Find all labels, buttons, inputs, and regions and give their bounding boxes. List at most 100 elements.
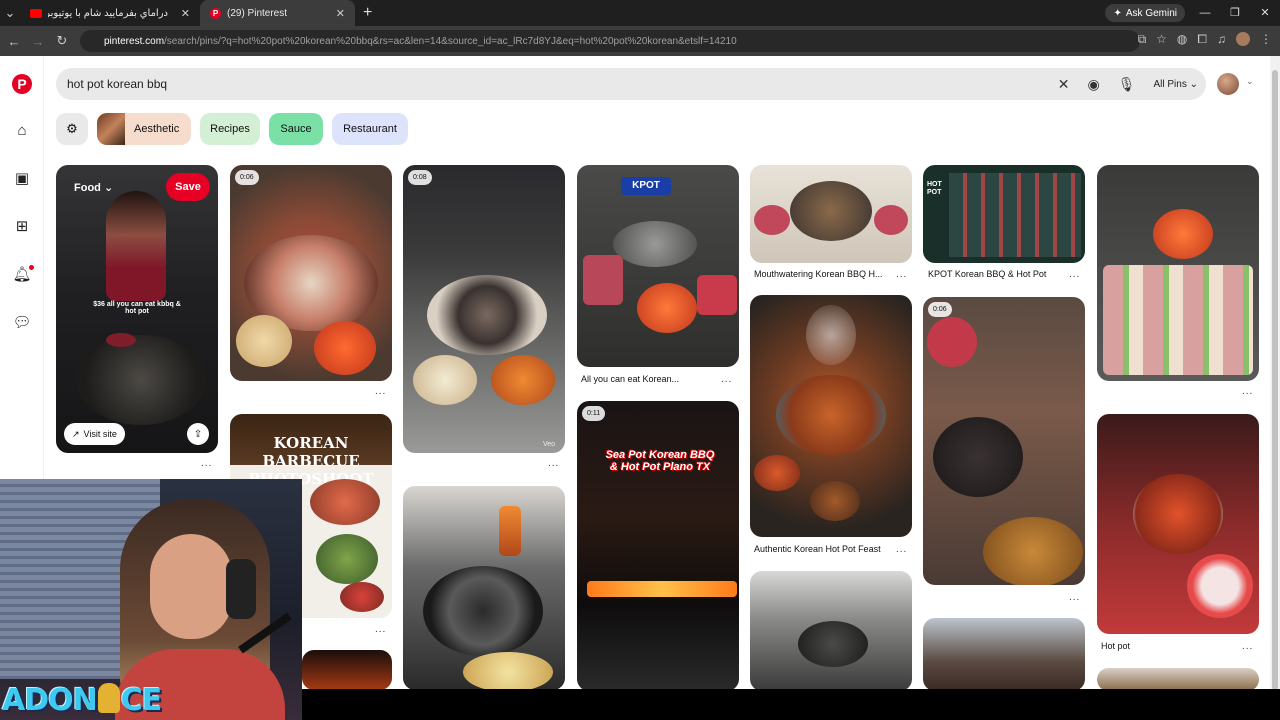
more-options-icon[interactable]: ... <box>1242 386 1253 397</box>
pin-hovered[interactable]: Food ⌄ Save $36 all you can eat kbbq & h… <box>56 165 218 453</box>
scrollbar-thumb[interactable] <box>1272 70 1278 690</box>
more-options-icon[interactable]: ... <box>1069 592 1080 603</box>
pin-title[interactable]: Authentic Korean Hot Pot Feast <box>754 544 881 554</box>
pin-hotpot-closeup[interactable] <box>1097 414 1259 634</box>
pin-video[interactable]: 0:06 <box>230 165 392 381</box>
pin-dish <box>754 455 800 491</box>
forward-icon[interactable]: → <box>26 34 50 49</box>
pin-overlay-text: Sea Pot Korean BBQ & Hot Pot Plano TX <box>605 449 715 473</box>
chip-recipes[interactable]: Recipes <box>200 113 260 145</box>
more-options-icon[interactable]: ... <box>375 386 386 397</box>
extension-icon[interactable]: ◍ <box>1177 32 1187 47</box>
save-button[interactable]: Save <box>166 173 210 201</box>
pin-cooking-table[interactable] <box>750 571 912 691</box>
pin-grill <box>790 181 872 241</box>
pin-partial[interactable] <box>302 650 392 690</box>
board-dropdown[interactable]: Food ⌄ <box>74 181 113 194</box>
video-duration-badge: 0:08 <box>408 170 432 185</box>
pin-grill-photo[interactable] <box>403 486 565 690</box>
more-options-icon[interactable]: ... <box>1242 641 1253 652</box>
pin-partial[interactable] <box>1097 668 1259 691</box>
streamer-face <box>150 534 232 639</box>
pin-restaurant-diners[interactable] <box>923 618 1085 691</box>
pin-meat <box>754 205 790 235</box>
close-window-icon[interactable]: ✕ <box>1250 0 1280 26</box>
reload-icon[interactable]: ↻ <box>50 33 74 49</box>
ask-gemini-button[interactable]: ✦ Ask Gemini <box>1105 4 1185 22</box>
more-options-icon[interactable]: ... <box>896 544 907 555</box>
pin-title[interactable]: Mouthwatering Korean BBQ H... <box>754 269 883 279</box>
more-options-icon[interactable]: ... <box>896 269 907 280</box>
pin-hotpot <box>1133 474 1223 554</box>
address-toolbar: ← → ↻ pinterest.com/search/pins/?q=hot%2… <box>0 26 1280 56</box>
pin-video[interactable]: 0:08 Veo <box>403 165 565 453</box>
browser-profile-avatar[interactable] <box>1236 32 1250 46</box>
filter-settings-button[interactable]: ⚙︎ <box>56 113 88 145</box>
more-options-icon[interactable]: ... <box>201 458 212 469</box>
kpot-menu-title: HOT POT <box>927 181 942 196</box>
pin-video[interactable]: 0:06 <box>923 297 1085 585</box>
bookmark-star-icon[interactable]: ☆ <box>1156 32 1167 47</box>
profile-avatar[interactable] <box>1217 73 1239 95</box>
pin-mouthwatering[interactable] <box>750 165 912 263</box>
visit-site-button[interactable]: ↗ Visit site <box>64 423 125 445</box>
pin-authentic-hotpot[interactable] <box>750 295 912 537</box>
scope-dropdown[interactable]: All Pins ⌄ <box>1153 79 1198 90</box>
stream-logo: ADON CE <box>2 683 162 718</box>
close-tab-icon[interactable]: ✕ <box>336 7 345 20</box>
share-icon[interactable]: ⇪ <box>187 423 209 445</box>
back-icon[interactable]: ← <box>2 34 26 49</box>
pin-grill <box>613 221 697 267</box>
pin-seapot-video[interactable]: Sea Pot Korean BBQ & Hot Pot Plano TX 0:… <box>577 401 739 691</box>
messages-icon[interactable]: 💬︎ <box>12 313 32 333</box>
media-icon[interactable]: ♫ <box>1217 32 1226 47</box>
scope-label: All Pins <box>1153 78 1187 90</box>
pinterest-icon: P <box>210 7 221 19</box>
pin-kpot-table[interactable]: KPOT <box>577 165 739 367</box>
chevron-down-icon[interactable]: ⌄ <box>1246 76 1254 87</box>
explore-icon[interactable]: ▣ <box>12 169 32 189</box>
pinterest-logo-icon[interactable]: P <box>12 74 32 94</box>
pin-hotpot <box>637 283 697 333</box>
create-icon[interactable]: ⊞ <box>12 217 32 237</box>
new-tab-button[interactable]: + <box>363 4 372 22</box>
address-bar[interactable]: pinterest.com/search/pins/?q=hot%20pot%2… <box>80 30 1140 52</box>
tab-title: دراماي بفرمایید شام با یوتیوبرها و <box>48 7 168 19</box>
more-options-icon[interactable]: ... <box>721 374 732 385</box>
pin-title[interactable]: Hot pot <box>1101 641 1130 651</box>
camera-search-icon[interactable]: ◉ <box>1087 76 1099 93</box>
home-icon[interactable]: ⌂ <box>12 121 32 141</box>
pin-platters <box>1103 265 1253 375</box>
pin-steam <box>806 305 856 365</box>
more-options-icon[interactable]: ... <box>548 458 559 469</box>
search-input[interactable]: hot pot korean bbq <box>67 77 167 91</box>
logo-part: AD <box>2 683 49 718</box>
more-options-icon[interactable]: ... <box>1069 269 1080 280</box>
puzzle-icon[interactable]: ⧠ <box>1197 32 1207 47</box>
install-icon[interactable]: ⧉ <box>1138 32 1147 47</box>
pin-meat-plate <box>583 255 623 305</box>
pin-title[interactable]: KPOT Korean BBQ & Hot Pot <box>928 269 1046 279</box>
chip-restaurant[interactable]: Restaurant <box>332 113 408 145</box>
pin-title[interactable]: All you can eat Korean... <box>581 374 679 384</box>
browser-tab-pinterest[interactable]: P (29) Pinterest ✕ <box>200 0 355 26</box>
clear-search-icon[interactable]: ✕ <box>1058 76 1070 93</box>
chip-aesthetic[interactable]: Aesthetic <box>97 113 191 145</box>
menu-kebab-icon[interactable]: ⋮ <box>1260 32 1272 47</box>
pin-grill <box>798 621 868 667</box>
close-tab-icon[interactable]: ✕ <box>181 7 190 20</box>
pin-meat <box>927 317 977 367</box>
page-scrollbar[interactable] <box>1270 56 1280 720</box>
chip-sauce[interactable]: Sauce <box>269 113 323 145</box>
search-bar[interactable]: hot pot korean bbq ✕ ◉ 🎙︎ All Pins ⌄ <box>56 68 1206 100</box>
restore-icon[interactable]: ❐ <box>1220 0 1250 26</box>
minimize-icon[interactable]: — <box>1190 0 1220 26</box>
more-options-icon[interactable]: ... <box>375 624 386 635</box>
pin-spread[interactable] <box>1097 165 1259 381</box>
tab-search-icon[interactable]: ⌄ <box>0 5 20 21</box>
microphone-icon[interactable]: 🎙︎ <box>1118 76 1136 93</box>
pin-kpot-menu[interactable]: HOT POT <box>923 165 1085 263</box>
board-label: Food <box>74 182 101 194</box>
menu-grid <box>949 173 1081 257</box>
browser-tab-youtube[interactable]: دراماي بفرمایید شام با یوتیوبرها و ✕ <box>20 0 200 26</box>
